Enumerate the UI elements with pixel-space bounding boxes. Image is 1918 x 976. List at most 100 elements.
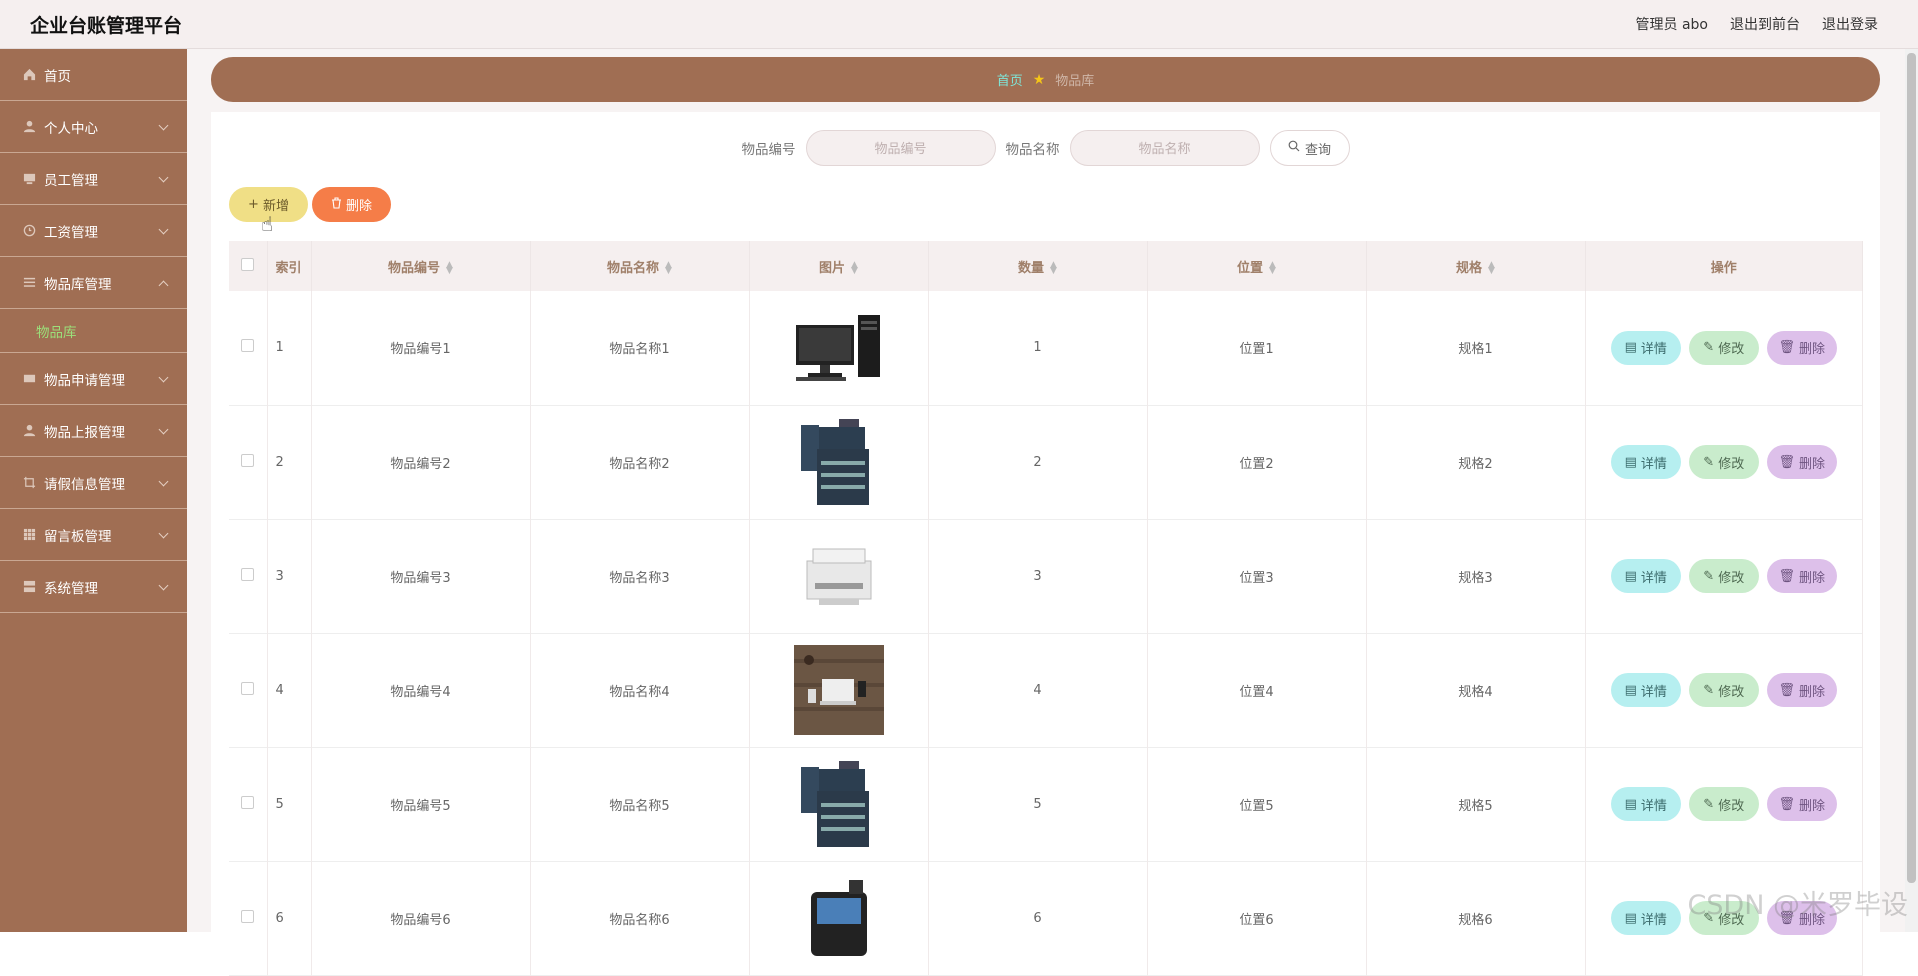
crop-icon bbox=[22, 476, 36, 490]
col-location[interactable]: 位置▲▼ bbox=[1147, 241, 1366, 291]
chevron-down-icon bbox=[159, 477, 169, 487]
sidebar-item-system[interactable]: 系统管理 bbox=[0, 561, 187, 613]
goods-table: 索引 物品编号▲▼ 物品名称▲▼ 图片▲▼ 数量▲▼ 位置▲▼ 规格▲▼ 操作 … bbox=[229, 241, 1863, 976]
name-cell: 物品名称3 bbox=[530, 519, 749, 633]
chevron-down-icon bbox=[159, 425, 169, 435]
delete-label: 删除 bbox=[1799, 567, 1825, 586]
row-checkbox[interactable] bbox=[241, 796, 254, 809]
search-icon bbox=[1288, 140, 1300, 156]
sidebar-item-employee[interactable]: 员工管理 bbox=[0, 153, 187, 205]
breadcrumb-home[interactable]: 首页 bbox=[997, 70, 1023, 89]
col-spec[interactable]: 规格▲▼ bbox=[1366, 241, 1585, 291]
sort-icon: ▲▼ bbox=[1050, 262, 1057, 274]
sidebar-item-label: 留言板管理 bbox=[44, 525, 112, 545]
actions-cell: ▤详情 ✎修改 🗑 删除 bbox=[1585, 405, 1863, 519]
qty-cell: 4 bbox=[928, 633, 1147, 747]
logout-link[interactable]: 退出登录 bbox=[1822, 14, 1878, 34]
detail-button[interactable]: ▤详情 bbox=[1611, 331, 1681, 365]
document-icon: ▤ bbox=[1625, 911, 1637, 926]
sidebar-item-leave[interactable]: 请假信息管理 bbox=[0, 457, 187, 509]
trash-icon: 🗑 bbox=[1778, 683, 1795, 698]
delete-button[interactable]: 🗑 删除 bbox=[1767, 559, 1837, 593]
delete-button[interactable]: 🗑删除 bbox=[1767, 787, 1837, 821]
trash-icon: 🗑 bbox=[1778, 455, 1795, 470]
delete-label: 删除 bbox=[1799, 681, 1825, 700]
chevron-down-icon bbox=[159, 529, 169, 539]
query-button[interactable]: 查询 bbox=[1270, 130, 1350, 166]
printer-image[interactable] bbox=[794, 531, 884, 621]
table-row: 5 物品编号5 物品名称5 5 位置5 规格5 ▤详情 ✎修改 🗑删除 bbox=[229, 747, 1863, 861]
sidebar-item-goods-library[interactable]: 物品库管理 bbox=[0, 257, 187, 309]
name-cell: 物品名称4 bbox=[530, 633, 749, 747]
row-checkbox[interactable] bbox=[241, 454, 254, 467]
copier-image[interactable] bbox=[794, 759, 884, 849]
detail-label: 详情 bbox=[1641, 567, 1667, 586]
select-all-checkbox[interactable] bbox=[241, 258, 254, 271]
code-search-input[interactable] bbox=[806, 130, 996, 166]
index-cell: 3 bbox=[267, 519, 311, 633]
sort-icon: ▲▼ bbox=[446, 262, 453, 274]
pencil-icon: ✎ bbox=[1703, 340, 1714, 355]
name-cell: 物品名称6 bbox=[530, 861, 749, 975]
name-search-input[interactable] bbox=[1070, 130, 1260, 166]
index-cell: 5 bbox=[267, 747, 311, 861]
sidebar-item-label: 物品申请管理 bbox=[44, 369, 125, 389]
col-qty[interactable]: 数量▲▼ bbox=[928, 241, 1147, 291]
row-checkbox[interactable] bbox=[241, 910, 254, 923]
qty-cell: 3 bbox=[928, 519, 1147, 633]
scrollbar[interactable] bbox=[1905, 49, 1918, 932]
scrollbar-thumb[interactable] bbox=[1907, 53, 1916, 883]
sidebar-item-salary[interactable]: 工资管理 bbox=[0, 205, 187, 257]
sidebar-item-home[interactable]: 首页 bbox=[0, 49, 187, 101]
admin-user-link[interactable]: 管理员 abo bbox=[1636, 14, 1708, 34]
laptop-desk-image[interactable] bbox=[794, 645, 884, 735]
detail-button[interactable]: ▤详情 bbox=[1611, 559, 1681, 593]
desktop-computer-image[interactable] bbox=[794, 303, 884, 393]
delete-label: 删除 bbox=[1799, 453, 1825, 472]
delete-button[interactable]: 🗑 删除 bbox=[1767, 445, 1837, 479]
sidebar-item-label: 首页 bbox=[44, 65, 71, 85]
sidebar-item-goods-apply[interactable]: 物品申请管理 bbox=[0, 353, 187, 405]
pencil-icon: ✎ bbox=[1703, 683, 1714, 698]
delete-button[interactable]: 🗑删除 bbox=[1767, 331, 1837, 365]
spec-cell: 规格3 bbox=[1366, 519, 1585, 633]
sidebar-item-message-board[interactable]: 留言板管理 bbox=[0, 509, 187, 561]
chevron-up-icon bbox=[159, 281, 169, 291]
detail-button[interactable]: ▤详情 bbox=[1611, 673, 1681, 707]
chevron-down-icon bbox=[159, 225, 169, 235]
delete-button[interactable]: 🗑 删除 bbox=[1767, 673, 1837, 707]
col-image[interactable]: 图片▲▼ bbox=[749, 241, 928, 291]
edit-button[interactable]: ✎修改 bbox=[1689, 331, 1759, 365]
copier-image[interactable] bbox=[794, 417, 884, 507]
edit-button[interactable]: ✎修改 bbox=[1689, 445, 1759, 479]
trash-icon: 🗑 bbox=[1778, 797, 1795, 812]
col-name[interactable]: 物品名称▲▼ bbox=[530, 241, 749, 291]
col-code[interactable]: 物品编号▲▼ bbox=[311, 241, 530, 291]
exit-to-front-link[interactable]: 退出到前台 bbox=[1730, 14, 1800, 34]
sidebar-item-profile[interactable]: 个人中心 bbox=[0, 101, 187, 153]
sidebar-item-goods-report[interactable]: 物品上报管理 bbox=[0, 405, 187, 457]
edit-button[interactable]: ✎修改 bbox=[1689, 559, 1759, 593]
spec-cell: 规格6 bbox=[1366, 861, 1585, 975]
detail-button[interactable]: ▤详情 bbox=[1611, 445, 1681, 479]
detail-button[interactable]: ▤详情 bbox=[1611, 787, 1681, 821]
edit-label: 修改 bbox=[1718, 567, 1744, 586]
row-checkbox[interactable] bbox=[241, 682, 254, 695]
col-name-label: 物品名称 bbox=[607, 261, 659, 276]
code-cell: 物品编号4 bbox=[311, 633, 530, 747]
row-checkbox[interactable] bbox=[241, 568, 254, 581]
monitor-icon bbox=[22, 172, 36, 186]
trash-icon: 🗑 bbox=[1778, 569, 1795, 584]
edit-button[interactable]: ✎ 修改 bbox=[1689, 673, 1759, 707]
image-cell bbox=[749, 633, 928, 747]
row-checkbox[interactable] bbox=[241, 339, 254, 352]
edit-button[interactable]: ✎修改 bbox=[1689, 787, 1759, 821]
pos-terminal-image[interactable] bbox=[794, 873, 884, 963]
detail-button[interactable]: ▤详情 bbox=[1611, 901, 1681, 935]
sidebar-subitem-goods[interactable]: 物品库 bbox=[0, 309, 187, 353]
batch-delete-button[interactable]: 删除 bbox=[312, 187, 391, 222]
sidebar-item-label: 员工管理 bbox=[44, 169, 98, 189]
search-row: 物品编号 物品名称 查询 bbox=[211, 130, 1880, 166]
plus-icon: + bbox=[248, 197, 259, 212]
edit-label: 修改 bbox=[1718, 681, 1744, 700]
